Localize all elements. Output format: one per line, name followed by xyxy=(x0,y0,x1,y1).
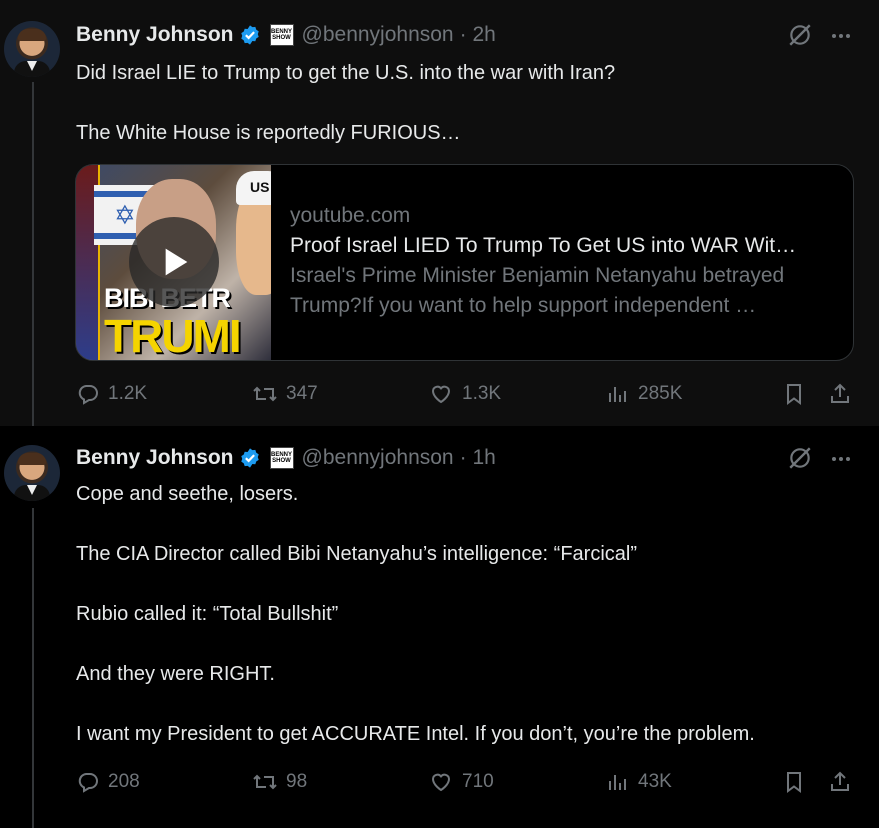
verified-icon xyxy=(239,24,261,46)
tweet-text-line: And they were RIGHT. xyxy=(76,663,275,685)
card-title[interactable]: Proof Israel LIED To Trump To Get US int… xyxy=(290,231,840,261)
reply-button[interactable]: 208 xyxy=(76,767,140,797)
like-button[interactable]: 1.3K xyxy=(428,379,501,409)
play-icon[interactable] xyxy=(129,217,219,307)
bookmark-button[interactable] xyxy=(782,379,814,409)
reply-icon xyxy=(78,385,98,405)
grok-icon[interactable] xyxy=(787,22,813,48)
reply-icon xyxy=(78,773,98,793)
tweet-header: Benny Johnson BENNY SHOW @bennyjohnson ·… xyxy=(76,21,496,49)
share-button[interactable] xyxy=(828,379,860,409)
repost-button[interactable]: 98 xyxy=(252,767,307,797)
card-domain: youtube.com xyxy=(290,204,411,227)
like-count: 710 xyxy=(462,771,494,792)
share-button[interactable] xyxy=(828,767,860,797)
author-name[interactable]: Benny Johnson xyxy=(76,446,234,470)
bookmark-icon xyxy=(787,772,801,793)
like-icon xyxy=(431,773,451,792)
reply-button[interactable]: 1.2K xyxy=(76,379,147,409)
repost-button[interactable]: 347 xyxy=(252,379,318,409)
more-icon[interactable] xyxy=(829,447,853,471)
share-icon xyxy=(831,383,849,403)
author-handle[interactable]: @bennyjohnson xyxy=(302,23,454,47)
reply-count: 1.2K xyxy=(108,383,148,404)
tweet-text-line: The White House is reportedly FURIOUS… xyxy=(76,122,461,144)
badge-text-bottom: SHOW xyxy=(272,458,291,464)
views-button[interactable]: 285K xyxy=(606,379,682,409)
reply-count: 208 xyxy=(108,771,140,792)
repost-icon xyxy=(253,774,277,790)
action-bar: 1.2K 347 1.3K 285K xyxy=(76,379,856,409)
views-icon xyxy=(609,775,626,790)
like-count: 1.3K xyxy=(462,383,502,404)
avatar[interactable] xyxy=(4,445,60,501)
view-count: 285K xyxy=(638,383,683,404)
video-thumbnail[interactable]: ✡ US BIBI BETR TRUMI xyxy=(76,165,271,360)
like-icon xyxy=(431,385,451,404)
avatar[interactable] xyxy=(4,21,60,77)
repost-count: 347 xyxy=(286,383,318,404)
thread-line xyxy=(32,508,34,828)
affiliate-badge-icon[interactable]: BENNY SHOW xyxy=(269,24,294,46)
repost-count: 98 xyxy=(286,771,308,792)
views-button[interactable]: 43K xyxy=(606,767,672,797)
timestamp[interactable]: · 1h xyxy=(460,446,496,470)
bookmark-button[interactable] xyxy=(782,767,814,797)
affiliate-badge-icon[interactable]: BENNY SHOW xyxy=(269,447,294,469)
tweet[interactable]: Benny Johnson BENNY SHOW @bennyjohnson ·… xyxy=(0,426,879,828)
tweet-text-line: The CIA Director called Bibi Netanyahu’s… xyxy=(76,543,637,565)
repost-icon xyxy=(253,386,277,402)
share-icon xyxy=(831,771,849,791)
author-name[interactable]: Benny Johnson xyxy=(76,23,234,47)
tweet-header: Benny Johnson BENNY SHOW @bennyjohnson ·… xyxy=(76,444,496,472)
tweet-text-line: Rubio called it: “Total Bullshit” xyxy=(76,603,339,625)
thread-line xyxy=(32,82,34,426)
tweet-text: Cope and seethe, losers. The CIA Directo… xyxy=(76,479,755,749)
views-icon xyxy=(609,387,626,402)
tweet-text-line: Cope and seethe, losers. xyxy=(76,483,299,505)
link-card[interactable]: ✡ US BIBI BETR TRUMI youtube.com Proof I… xyxy=(75,164,854,361)
tweet-text-line: Did Israel LIE to Trump to get the U.S. … xyxy=(76,62,616,84)
action-bar: 208 98 710 43K xyxy=(76,767,856,797)
tweet[interactable]: Benny Johnson BENNY SHOW @bennyjohnson ·… xyxy=(0,0,879,426)
card-info: youtube.com Proof Israel LIED To Trump T… xyxy=(290,201,840,321)
card-description: Israel's Prime Minister Benjamin Netanya… xyxy=(290,264,785,317)
verified-icon xyxy=(239,447,261,469)
view-count: 43K xyxy=(638,771,672,792)
author-handle[interactable]: @bennyjohnson xyxy=(302,446,454,470)
bookmark-icon xyxy=(787,384,801,405)
tweet-text: Did Israel LIE to Trump to get the U.S. … xyxy=(76,58,615,148)
more-icon[interactable] xyxy=(829,24,853,48)
tweet-text-line: I want my President to get ACCURATE Inte… xyxy=(76,723,755,745)
thumbnail-cap-text: US xyxy=(236,171,271,205)
badge-text-bottom: SHOW xyxy=(272,35,291,41)
grok-icon[interactable] xyxy=(787,445,813,471)
thumbnail-caption: TRUMI xyxy=(104,310,242,360)
timestamp[interactable]: · 2h xyxy=(460,23,496,47)
like-button[interactable]: 710 xyxy=(428,767,494,797)
